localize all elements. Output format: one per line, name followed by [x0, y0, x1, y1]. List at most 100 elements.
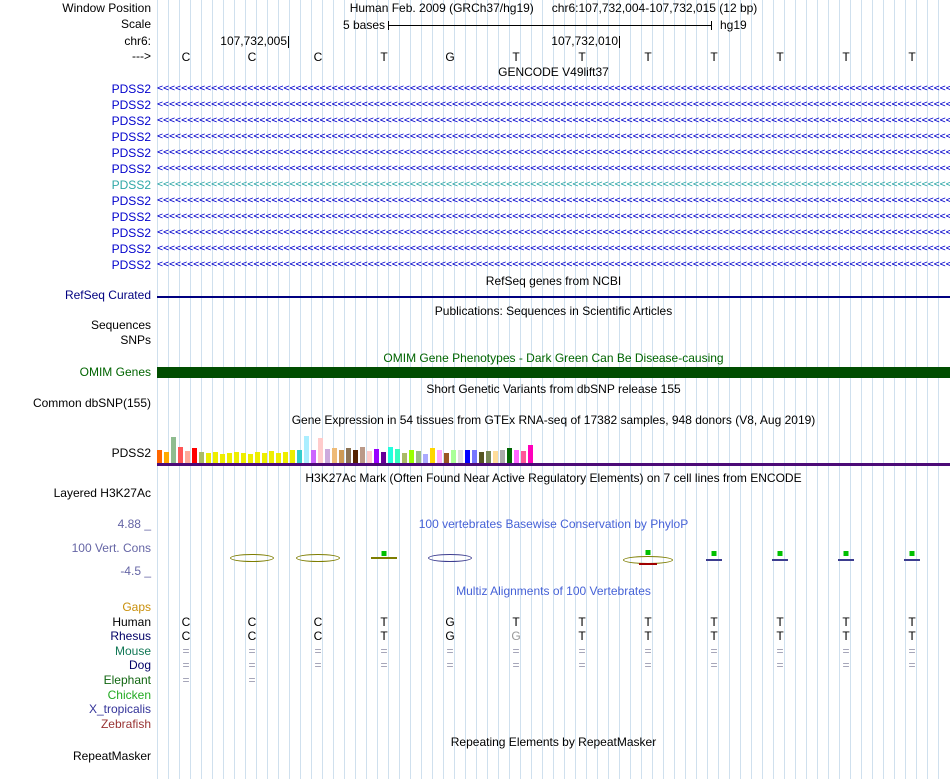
alignment-cells[interactable] — [157, 600, 950, 615]
alignment-cells[interactable]: CCCTGTTTTTTT — [157, 615, 950, 630]
gene-item-arrows[interactable]: <<<<<<<<<<<<<<<<<<<<<<<<<<<<<<<<<<<<<<<<… — [157, 113, 950, 129]
gene-label[interactable]: PDSS2 — [0, 177, 157, 193]
alignment-cells[interactable] — [157, 717, 950, 732]
gtex-tissue-bar[interactable] — [472, 450, 477, 463]
publications-title[interactable]: Publications: Sequences in Scientific Ar… — [157, 305, 950, 318]
gene-item-arrows[interactable]: <<<<<<<<<<<<<<<<<<<<<<<<<<<<<<<<<<<<<<<<… — [157, 145, 950, 161]
layered-h3k27ac-label[interactable]: Layered H3K27Ac — [0, 487, 157, 501]
gene-label[interactable]: PDSS2 — [0, 193, 157, 209]
gtex-tissue-bar[interactable] — [213, 452, 218, 463]
gtex-tissue-bar[interactable] — [269, 451, 274, 463]
gtex-tissue-bar[interactable] — [451, 450, 456, 463]
gene-label[interactable]: PDSS2 — [0, 97, 157, 113]
species-label-mouse[interactable]: Mouse — [0, 644, 157, 659]
gene-item-arrows[interactable]: <<<<<<<<<<<<<<<<<<<<<<<<<<<<<<<<<<<<<<<<… — [157, 241, 950, 257]
gtex-tissue-bar[interactable] — [402, 453, 407, 463]
alignment-cells[interactable] — [157, 702, 950, 717]
dbsnp-title[interactable]: Short Genetic Variants from dbSNP releas… — [157, 383, 950, 396]
gtex-tissue-bar[interactable] — [241, 453, 246, 463]
gtex-tissue-bar[interactable] — [514, 450, 519, 463]
species-label-elephant[interactable]: Elephant — [0, 673, 157, 688]
conservation-title[interactable]: 100 vertebrates Basewise Conservation by… — [157, 518, 950, 532]
gtex-tissue-bar[interactable] — [416, 451, 421, 463]
gtex-tissue-bar[interactable] — [423, 454, 428, 463]
gtex-tissue-bar[interactable] — [304, 436, 309, 463]
gtex-gene-label[interactable]: PDSS2 — [0, 446, 157, 466]
alignment-cells[interactable]: = = — [157, 673, 950, 688]
gtex-tissue-bar[interactable] — [171, 437, 176, 463]
species-label-gaps[interactable]: Gaps — [0, 600, 157, 615]
gtex-tissue-bar[interactable] — [388, 447, 393, 463]
gtex-tissue-bar[interactable] — [458, 450, 463, 463]
gene-label[interactable]: PDSS2 — [0, 81, 157, 97]
gene-item-arrows[interactable]: <<<<<<<<<<<<<<<<<<<<<<<<<<<<<<<<<<<<<<<<… — [157, 97, 950, 113]
gene-label[interactable]: PDSS2 — [0, 145, 157, 161]
alignment-cells[interactable]: = = = = = = = = = = = = — [157, 658, 950, 673]
refseq-curated-label[interactable]: RefSeq Curated — [0, 289, 157, 303]
refseq-title[interactable]: RefSeq genes from NCBI — [157, 275, 950, 288]
gtex-tissue-bar[interactable] — [493, 451, 498, 463]
alignment-cells[interactable]: = = = = = = = = = = = = — [157, 644, 950, 659]
gtex-tissue-bar[interactable] — [290, 450, 295, 463]
species-label-x_tropicalis[interactable]: X_tropicalis — [0, 702, 157, 717]
gtex-tissue-bar[interactable] — [528, 445, 533, 463]
species-label-chicken[interactable]: Chicken — [0, 688, 157, 703]
gtex-tissue-bar[interactable] — [276, 453, 281, 463]
gene-item-arrows[interactable]: <<<<<<<<<<<<<<<<<<<<<<<<<<<<<<<<<<<<<<<<… — [157, 209, 950, 225]
gtex-tissue-bar[interactable] — [465, 450, 470, 463]
gene-item-arrows[interactable]: <<<<<<<<<<<<<<<<<<<<<<<<<<<<<<<<<<<<<<<<… — [157, 257, 950, 273]
gtex-tissue-bar[interactable] — [332, 448, 337, 463]
gtex-tissue-bar[interactable] — [381, 452, 386, 463]
gtex-tissue-bar[interactable] — [479, 452, 484, 463]
gtex-tissue-bar[interactable] — [395, 449, 400, 463]
gene-item-arrows[interactable]: <<<<<<<<<<<<<<<<<<<<<<<<<<<<<<<<<<<<<<<<… — [157, 193, 950, 209]
gtex-tissue-bar[interactable] — [353, 450, 358, 463]
gtex-tissue-bar[interactable] — [164, 452, 169, 463]
repeatmasker-title[interactable]: Repeating Elements by RepeatMasker — [157, 736, 950, 749]
gene-item-arrows[interactable]: <<<<<<<<<<<<<<<<<<<<<<<<<<<<<<<<<<<<<<<<… — [157, 161, 950, 177]
gene-label[interactable]: PDSS2 — [0, 257, 157, 273]
gtex-tissue-bar[interactable] — [346, 448, 351, 463]
species-label-human[interactable]: Human — [0, 615, 157, 630]
gtex-tissue-bar[interactable] — [220, 454, 225, 463]
gtex-tissue-bar[interactable] — [311, 450, 316, 463]
gene-item-arrows[interactable]: <<<<<<<<<<<<<<<<<<<<<<<<<<<<<<<<<<<<<<<<… — [157, 225, 950, 241]
gtex-tissue-bar[interactable] — [185, 451, 190, 463]
omim-title[interactable]: OMIM Gene Phenotypes - Dark Green Can Be… — [157, 352, 950, 365]
gtex-tissue-bar[interactable] — [339, 450, 344, 463]
gene-label[interactable]: PDSS2 — [0, 225, 157, 241]
species-label-rhesus[interactable]: Rhesus — [0, 629, 157, 644]
gtex-tissue-bar[interactable] — [507, 448, 512, 463]
gtex-tissue-bar[interactable] — [437, 450, 442, 463]
gtex-tissue-bar[interactable] — [360, 447, 365, 463]
gene-label[interactable]: PDSS2 — [0, 161, 157, 177]
gencode-title[interactable]: GENCODE V49lift37 — [157, 66, 950, 80]
gtex-tissue-bar[interactable] — [255, 452, 260, 463]
gene-item-arrows[interactable]: <<<<<<<<<<<<<<<<<<<<<<<<<<<<<<<<<<<<<<<<… — [157, 81, 950, 97]
vert-cons-label[interactable]: 100 Vert. Cons — [0, 542, 157, 556]
repeatmasker-label[interactable]: RepeatMasker — [0, 750, 157, 764]
gene-item-arrows[interactable]: <<<<<<<<<<<<<<<<<<<<<<<<<<<<<<<<<<<<<<<<… — [157, 177, 950, 193]
gtex-tissue-bar[interactable] — [500, 450, 505, 463]
species-label-dog[interactable]: Dog — [0, 658, 157, 673]
alignment-cells[interactable]: CCCTGGTTTTTT — [157, 629, 950, 644]
h3k27ac-title[interactable]: H3K27Ac Mark (Often Found Near Active Re… — [157, 472, 950, 486]
gtex-tissue-bar[interactable] — [206, 453, 211, 463]
gene-label[interactable]: PDSS2 — [0, 209, 157, 225]
gtex-tissue-bar[interactable] — [283, 452, 288, 463]
gtex-tissue-bar[interactable] — [367, 451, 372, 463]
gtex-tissue-bar[interactable] — [325, 449, 330, 463]
gtex-tissue-bar[interactable] — [486, 451, 491, 463]
multiz-title[interactable]: Multiz Alignments of 100 Vertebrates — [157, 585, 950, 599]
gtex-tissue-bar[interactable] — [199, 452, 204, 463]
common-dbsnp-label[interactable]: Common dbSNP(155) — [0, 397, 157, 411]
gtex-tissue-bar[interactable] — [178, 447, 183, 463]
omim-genes-label[interactable]: OMIM Genes — [0, 366, 157, 379]
gtex-tissue-bar[interactable] — [192, 448, 197, 463]
gtex-tissue-bar[interactable] — [430, 448, 435, 463]
omim-gene-bar[interactable] — [157, 367, 950, 378]
gtex-tissue-bar[interactable] — [374, 449, 379, 463]
gtex-tissue-bar[interactable] — [234, 452, 239, 463]
gtex-tissue-bar[interactable] — [227, 453, 232, 463]
gtex-tissue-bar[interactable] — [262, 453, 267, 463]
